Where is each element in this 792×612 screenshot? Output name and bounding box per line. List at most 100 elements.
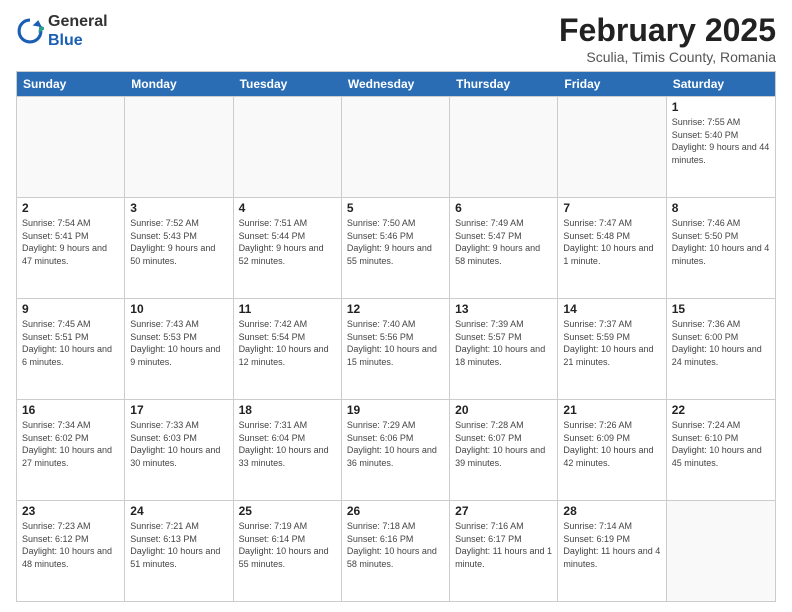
day-cell-16: 16 Sunrise: 7:34 AM Sunset: 6:02 PM Dayli… (17, 400, 125, 500)
logo-general: General (48, 12, 108, 31)
empty-cell-0-5 (558, 97, 666, 197)
day-cell-23: 23 Sunrise: 7:23 AM Sunset: 6:12 PM Dayli… (17, 501, 125, 601)
day-info: Sunrise: 7:16 AM Sunset: 6:17 PM Dayligh… (455, 520, 552, 570)
week-row-1: 2 Sunrise: 7:54 AM Sunset: 5:41 PM Daylig… (17, 197, 775, 298)
day-cell-4: 4 Sunrise: 7:51 AM Sunset: 5:44 PM Daylig… (234, 198, 342, 298)
header-day-wednesday: Wednesday (342, 72, 450, 96)
logo-blue: Blue (48, 31, 108, 50)
day-info: Sunrise: 7:18 AM Sunset: 6:16 PM Dayligh… (347, 520, 444, 570)
day-cell-24: 24Sunrise: 7:21 AM Sunset: 6:13 PM Dayli… (125, 501, 233, 601)
day-info: Sunrise: 7:45 AM Sunset: 5:51 PM Dayligh… (22, 318, 119, 368)
day-number: 15 (672, 302, 770, 316)
empty-cell-0-0 (17, 97, 125, 197)
day-number: 2 (22, 201, 119, 215)
day-cell-21: 21 Sunrise: 7:26 AM Sunset: 6:09 PM Dayli… (558, 400, 666, 500)
day-info: Sunrise: 7:14 AM Sunset: 6:19 PM Dayligh… (563, 520, 660, 570)
day-number: 27 (455, 504, 552, 518)
day-info: Sunrise: 7:39 AM Sunset: 5:57 PM Dayligh… (455, 318, 552, 368)
day-number: 26 (347, 504, 444, 518)
day-number: 18 (239, 403, 336, 417)
day-cell-10: 10 Sunrise: 7:43 AM Sunset: 5:53 PM Dayli… (125, 299, 233, 399)
week-row-3: 16 Sunrise: 7:34 AM Sunset: 6:02 PM Dayli… (17, 399, 775, 500)
day-cell-22: 22Sunrise: 7:24 AM Sunset: 6:10 PM Dayli… (667, 400, 775, 500)
day-cell-26: 26 Sunrise: 7:18 AM Sunset: 6:16 PM Dayli… (342, 501, 450, 601)
day-info: Sunrise: 7:47 AM Sunset: 5:48 PM Dayligh… (563, 217, 660, 267)
day-cell-13: 13Sunrise: 7:39 AM Sunset: 5:57 PM Dayli… (450, 299, 558, 399)
day-info: Sunrise: 7:46 AM Sunset: 5:50 PM Dayligh… (672, 217, 770, 267)
day-cell-11: 11 Sunrise: 7:42 AM Sunset: 5:54 PM Dayli… (234, 299, 342, 399)
title-block: February 2025 Sculia, Timis County, Roma… (559, 12, 776, 65)
day-info: Sunrise: 7:36 AM Sunset: 6:00 PM Dayligh… (672, 318, 770, 368)
day-info: Sunrise: 7:34 AM Sunset: 6:02 PM Dayligh… (22, 419, 119, 469)
day-info: Sunrise: 7:26 AM Sunset: 6:09 PM Dayligh… (563, 419, 660, 469)
header-day-monday: Monday (125, 72, 233, 96)
day-number: 10 (130, 302, 227, 316)
week-row-0: 1Sunrise: 7:55 AM Sunset: 5:40 PM Daylig… (17, 96, 775, 197)
day-number: 6 (455, 201, 552, 215)
day-number: 20 (455, 403, 552, 417)
day-number: 23 (22, 504, 119, 518)
day-number: 9 (22, 302, 119, 316)
day-cell-28: 28 Sunrise: 7:14 AM Sunset: 6:19 PM Dayli… (558, 501, 666, 601)
empty-cell-0-3 (342, 97, 450, 197)
day-number: 4 (239, 201, 336, 215)
day-number: 5 (347, 201, 444, 215)
day-number: 7 (563, 201, 660, 215)
day-info: Sunrise: 7:51 AM Sunset: 5:44 PM Dayligh… (239, 217, 336, 267)
day-number: 12 (347, 302, 444, 316)
day-info: Sunrise: 7:29 AM Sunset: 6:06 PM Dayligh… (347, 419, 444, 469)
day-cell-2: 2 Sunrise: 7:54 AM Sunset: 5:41 PM Daylig… (17, 198, 125, 298)
day-cell-27: 27 Sunrise: 7:16 AM Sunset: 6:17 PM Dayli… (450, 501, 558, 601)
calendar-title: February 2025 (559, 12, 776, 49)
day-info: Sunrise: 7:28 AM Sunset: 6:07 PM Dayligh… (455, 419, 552, 469)
day-cell-1: 1Sunrise: 7:55 AM Sunset: 5:40 PM Daylig… (667, 97, 775, 197)
day-number: 11 (239, 302, 336, 316)
day-info: Sunrise: 7:42 AM Sunset: 5:54 PM Dayligh… (239, 318, 336, 368)
day-number: 14 (563, 302, 660, 316)
header-day-thursday: Thursday (450, 72, 558, 96)
day-info: Sunrise: 7:43 AM Sunset: 5:53 PM Dayligh… (130, 318, 227, 368)
day-info: Sunrise: 7:24 AM Sunset: 6:10 PM Dayligh… (672, 419, 770, 469)
day-cell-20: 20 Sunrise: 7:28 AM Sunset: 6:07 PM Dayli… (450, 400, 558, 500)
day-number: 28 (563, 504, 660, 518)
calendar-body: 1Sunrise: 7:55 AM Sunset: 5:40 PM Daylig… (17, 96, 775, 601)
calendar-subtitle: Sculia, Timis County, Romania (559, 49, 776, 65)
empty-cell-0-1 (125, 97, 233, 197)
calendar-header: SundayMondayTuesdayWednesdayThursdayFrid… (17, 72, 775, 96)
day-info: Sunrise: 7:33 AM Sunset: 6:03 PM Dayligh… (130, 419, 227, 469)
day-number: 3 (130, 201, 227, 215)
empty-cell-4-6 (667, 501, 775, 601)
day-number: 17 (130, 403, 227, 417)
day-cell-7: 7 Sunrise: 7:47 AM Sunset: 5:48 PM Daylig… (558, 198, 666, 298)
logo-text: General Blue (48, 12, 108, 50)
day-number: 21 (563, 403, 660, 417)
header-day-sunday: Sunday (17, 72, 125, 96)
day-info: Sunrise: 7:31 AM Sunset: 6:04 PM Dayligh… (239, 419, 336, 469)
day-cell-25: 25Sunrise: 7:19 AM Sunset: 6:14 PM Dayli… (234, 501, 342, 601)
day-cell-17: 17 Sunrise: 7:33 AM Sunset: 6:03 PM Dayli… (125, 400, 233, 500)
day-info: Sunrise: 7:40 AM Sunset: 5:56 PM Dayligh… (347, 318, 444, 368)
day-info: Sunrise: 7:50 AM Sunset: 5:46 PM Dayligh… (347, 217, 444, 267)
day-number: 16 (22, 403, 119, 417)
day-cell-5: 5 Sunrise: 7:50 AM Sunset: 5:46 PM Daylig… (342, 198, 450, 298)
day-cell-19: 19 Sunrise: 7:29 AM Sunset: 6:06 PM Dayli… (342, 400, 450, 500)
day-info: Sunrise: 7:54 AM Sunset: 5:41 PM Dayligh… (22, 217, 119, 267)
header-day-friday: Friday (558, 72, 666, 96)
day-number: 8 (672, 201, 770, 215)
day-info: Sunrise: 7:37 AM Sunset: 5:59 PM Dayligh… (563, 318, 660, 368)
day-cell-18: 18 Sunrise: 7:31 AM Sunset: 6:04 PM Dayli… (234, 400, 342, 500)
week-row-4: 23 Sunrise: 7:23 AM Sunset: 6:12 PM Dayli… (17, 500, 775, 601)
day-number: 19 (347, 403, 444, 417)
day-cell-12: 12 Sunrise: 7:40 AM Sunset: 5:56 PM Dayli… (342, 299, 450, 399)
logo-icon (16, 17, 44, 45)
header-day-saturday: Saturday (667, 72, 775, 96)
day-info: Sunrise: 7:49 AM Sunset: 5:47 PM Dayligh… (455, 217, 552, 267)
day-info: Sunrise: 7:23 AM Sunset: 6:12 PM Dayligh… (22, 520, 119, 570)
empty-cell-0-4 (450, 97, 558, 197)
logo: General Blue (16, 12, 108, 50)
day-cell-8: 8 Sunrise: 7:46 AM Sunset: 5:50 PM Daylig… (667, 198, 775, 298)
week-row-2: 9 Sunrise: 7:45 AM Sunset: 5:51 PM Daylig… (17, 298, 775, 399)
calendar: SundayMondayTuesdayWednesdayThursdayFrid… (16, 71, 776, 602)
day-info: Sunrise: 7:52 AM Sunset: 5:43 PM Dayligh… (130, 217, 227, 267)
day-cell-15: 15 Sunrise: 7:36 AM Sunset: 6:00 PM Dayli… (667, 299, 775, 399)
